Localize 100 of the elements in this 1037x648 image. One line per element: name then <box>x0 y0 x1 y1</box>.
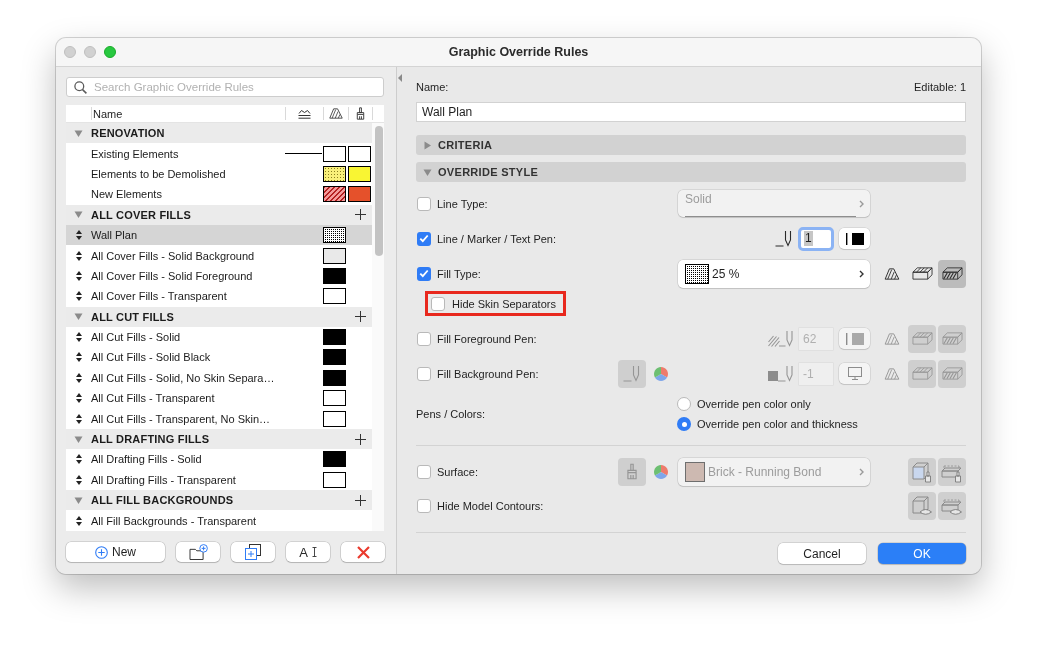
up-down-arrows-icon <box>75 291 82 302</box>
setting-label: Fill Background Pen: <box>437 367 539 380</box>
group-title: ALL FILL BACKGROUNDS <box>91 494 234 507</box>
checkbox[interactable] <box>417 499 431 513</box>
name-field[interactable]: Wall Plan <box>416 102 966 122</box>
radio-button[interactable] <box>677 397 691 411</box>
screen-color-button[interactable] <box>839 363 870 384</box>
option-label: Hide Skin Separators <box>452 297 556 310</box>
group-header[interactable]: ALL FILL BACKGROUNDS <box>66 490 372 511</box>
up-down-arrows-icon <box>75 332 82 343</box>
zoom-button[interactable] <box>104 46 116 58</box>
checkbox[interactable] <box>417 196 431 211</box>
rule-name: Wall Plan <box>91 229 138 242</box>
rename-button[interactable]: A <box>286 542 330 562</box>
selected-value: 1 <box>804 231 813 246</box>
rule-name: All Cut Fills - Solid, No Skin Separa… <box>91 371 275 384</box>
ok-button[interactable]: OK <box>878 543 966 564</box>
group-header[interactable]: RENOVATION <box>66 123 372 144</box>
plus-icon[interactable] <box>354 494 366 506</box>
group-header[interactable]: ALL CUT FILLS <box>66 306 372 327</box>
hatched-slab-icon <box>941 267 963 280</box>
scrollbar-thumb[interactable] <box>375 126 383 256</box>
disclosure-triangle-icon[interactable] <box>74 210 83 220</box>
section-header[interactable]: OVERRIDE STYLE <box>416 162 966 182</box>
mode-toggle-button[interactable] <box>908 324 936 353</box>
dot-pattern-icon <box>685 263 709 284</box>
rule-name: All Cut Fills - Solid <box>91 331 181 344</box>
delete-button[interactable] <box>341 542 385 562</box>
hatch-pen-icon <box>768 330 793 347</box>
group-header[interactable]: ALL COVER FILLS <box>66 204 372 225</box>
group-header[interactable]: ALL DRAFTING FILLS <box>66 428 372 450</box>
new-button[interactable]: New <box>66 542 165 562</box>
hatched-shape-icon <box>884 267 900 280</box>
hatched-shape-icon <box>884 367 900 380</box>
disclosure-triangle-icon[interactable] <box>423 140 432 150</box>
plus-icon[interactable] <box>354 209 366 221</box>
rule-name: Elements to be Demolished <box>91 167 226 180</box>
cancel-button[interactable]: Cancel <box>778 543 866 564</box>
plus-icon[interactable] <box>354 311 366 323</box>
mode-toggle-button[interactable] <box>908 359 936 388</box>
list-row[interactable]: Wall Plan <box>66 224 372 246</box>
new-folder-button[interactable] <box>176 542 220 562</box>
plus-icon[interactable] <box>354 433 366 445</box>
paint-brush-icon <box>355 107 366 120</box>
rule-name: All Fill Backgrounds - Transparent <box>91 514 257 527</box>
rule-name: All Cut Fills - Transparent <box>91 392 215 405</box>
disclosure-triangle-icon[interactable] <box>74 434 83 444</box>
setting-label: Fill Foreground Pen: <box>437 332 537 345</box>
up-down-arrows-icon <box>75 515 82 526</box>
duplicate-icon <box>245 544 261 560</box>
mode-toggle-button[interactable] <box>938 492 966 520</box>
up-down-arrows-icon <box>75 230 82 241</box>
mode-toggle-button[interactable] <box>908 457 936 486</box>
up-down-arrows-icon <box>75 474 82 485</box>
mode-toggle-button[interactable] <box>908 492 936 520</box>
disclosure-triangle-icon[interactable] <box>74 495 83 505</box>
close-button[interactable] <box>64 46 76 58</box>
setting-label: Hide Model Contours: <box>437 500 544 512</box>
rule-name: All Cut Fills - Solid Black <box>91 351 211 364</box>
cross-icon <box>356 545 370 559</box>
mode-toggle-button[interactable] <box>938 359 966 388</box>
mode-toggle-button[interactable] <box>938 324 966 353</box>
paint-brush-icon <box>625 463 639 480</box>
pen-number-field[interactable]: 1 <box>798 226 834 251</box>
checkbox[interactable] <box>417 331 431 346</box>
checkbox[interactable] <box>417 464 431 479</box>
disclosure-triangle-icon[interactable] <box>74 128 83 138</box>
checkbox[interactable] <box>417 231 431 246</box>
setting-label: Fill Type: <box>437 267 481 280</box>
up-down-arrows-icon <box>75 270 82 281</box>
column-header[interactable]: Name <box>93 107 123 120</box>
line-sample-icon <box>685 216 856 217</box>
monitor-icon <box>847 367 862 380</box>
checkbox[interactable] <box>417 366 431 381</box>
minimize-button[interactable] <box>84 46 96 58</box>
hatched-shape-icon <box>329 108 343 119</box>
disclosure-triangle-icon[interactable] <box>74 312 83 322</box>
rule-name: All Drafting Fills - Solid <box>91 453 202 466</box>
editable-count: Editable: 1 <box>914 81 966 93</box>
pen-color-icon <box>845 232 864 245</box>
mode-toggle-button[interactable] <box>938 259 966 288</box>
checkbox[interactable] <box>417 266 431 281</box>
color-wheel-icon[interactable] <box>653 463 669 480</box>
pen-color-button[interactable] <box>839 228 870 249</box>
duplicate-button[interactable] <box>231 542 275 562</box>
hatched-box-icon <box>911 332 933 345</box>
chevron-right-icon <box>859 199 864 208</box>
hatched-slab-icon <box>941 332 963 345</box>
section-header[interactable]: CRITERIA <box>416 135 966 155</box>
color-wheel-icon[interactable] <box>653 365 669 382</box>
collapse-arrow-icon[interactable] <box>398 74 402 82</box>
brush-button[interactable] <box>618 457 646 486</box>
pen-picker-button[interactable] <box>618 359 646 388</box>
mode-toggle-button[interactable] <box>938 457 966 486</box>
radio-button[interactable] <box>677 417 691 431</box>
disclosure-triangle-icon[interactable] <box>423 167 432 177</box>
rule-name: Existing Elements <box>91 147 179 160</box>
pen-color-button[interactable] <box>839 328 870 349</box>
checkbox[interactable] <box>431 296 445 311</box>
fill-type-dropdown[interactable]: 25 % <box>678 259 870 288</box>
